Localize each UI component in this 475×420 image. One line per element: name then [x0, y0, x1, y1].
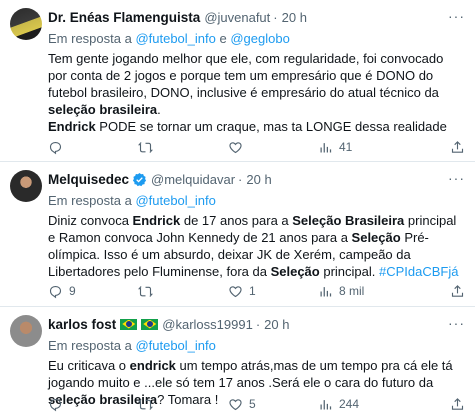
retweet-button[interactable] [138, 140, 159, 155]
avatar[interactable] [10, 170, 42, 202]
retweet-icon [138, 140, 153, 155]
views-button[interactable]: 8 mil [318, 284, 364, 299]
text-segment: Tem gente jogando melhor que ele, com re… [48, 51, 444, 100]
tweet-text: Tem gente jogando melhor que ele, com re… [48, 50, 465, 135]
reply-button[interactable]: 9 [48, 284, 76, 299]
more-horizontal-icon[interactable]: ··· [448, 8, 465, 24]
tweet-header: Melquisedec @melquidavar · 20 h [48, 170, 465, 188]
heart-icon [228, 284, 243, 299]
share-icon [450, 140, 465, 155]
brazil-flag-icon [120, 318, 138, 330]
reply-context: Em resposta a @futebol_info e @geglobo [48, 30, 465, 47]
verified-badge-icon [132, 172, 147, 187]
avatar[interactable] [10, 8, 42, 40]
share-button[interactable] [450, 284, 465, 299]
views-button[interactable]: 41 [318, 140, 352, 155]
author-name[interactable]: karlos fost [48, 317, 116, 332]
text-highlight: seleção brasileira [48, 102, 158, 117]
more-horizontal-icon[interactable]: ··· [448, 315, 465, 331]
text-highlight: Seleção [351, 230, 401, 245]
views-count: 244 [339, 397, 360, 411]
tweet-header: karlos fost @karloss19991 · 20 h [48, 315, 465, 333]
reply-button[interactable] [48, 140, 69, 155]
reply-prefix: Em resposta a [48, 31, 136, 46]
author-handle[interactable]: @karloss19991 [162, 317, 253, 332]
mention-link[interactable]: @futebol_info [135, 338, 215, 353]
retweet-button[interactable] [138, 284, 159, 299]
views-count: 41 [339, 140, 353, 154]
mention-link[interactable]: @futebol_info [135, 31, 215, 46]
like-count: 1 [249, 284, 256, 298]
action-bar: 41 [48, 138, 465, 156]
like-button[interactable]: 1 [228, 284, 256, 299]
reply-icon [48, 140, 63, 155]
timeline: Dr. Enéas Flamenguista @juvenafut · 20 h… [0, 0, 475, 420]
reply-count: 9 [69, 284, 76, 298]
like-count: 5 [249, 397, 256, 411]
tweet-text: Diniz convoca Endrick de 17 anos para a … [48, 212, 465, 280]
brazil-flag-icon [141, 318, 159, 330]
text-highlight: Seleção Brasileira [292, 213, 405, 228]
text-highlight: Endrick [48, 119, 96, 134]
text-highlight: endrick [129, 358, 176, 373]
author-handle[interactable]: @melquidavar [151, 172, 235, 187]
author-handle[interactable]: @juvenafut [204, 10, 270, 25]
timestamp[interactable]: 20 h [246, 172, 271, 187]
reply-prefix: Em resposta a [48, 193, 136, 208]
reply-button[interactable] [48, 397, 69, 412]
separator-dot: · [255, 316, 261, 332]
tweet[interactable]: Melquisedec @melquidavar · 20 h ··· Em r… [0, 162, 475, 307]
reply-prefix: Em resposta a [48, 338, 136, 353]
action-bar: 9 1 8 mil [48, 282, 465, 300]
author-name[interactable]: Melquisedec [48, 172, 129, 187]
tweet[interactable]: Dr. Enéas Flamenguista @juvenafut · 20 h… [0, 0, 475, 162]
more-horizontal-icon[interactable]: ··· [448, 170, 465, 186]
text-segment: PODE se tornar um craque, mas ta LONGE d… [95, 119, 447, 134]
timestamp[interactable]: 20 h [282, 10, 307, 25]
text-segment: Diniz convoca [48, 213, 133, 228]
text-highlight: Endrick [132, 213, 181, 228]
mention-link[interactable]: @futebol_info [135, 193, 215, 208]
separator-dot: · [238, 171, 243, 187]
views-icon [318, 140, 333, 155]
tweet-header: Dr. Enéas Flamenguista @juvenafut · 20 h [48, 8, 465, 26]
text-segment: Eu criticava o [48, 358, 130, 373]
share-button[interactable] [450, 140, 465, 155]
retweet-icon [138, 284, 153, 299]
author-name[interactable]: Dr. Enéas Flamenguista [48, 10, 200, 25]
views-icon [318, 284, 333, 299]
reply-icon [48, 397, 63, 412]
heart-icon [228, 140, 243, 155]
retweet-icon [138, 397, 153, 412]
separator-dot: · [273, 9, 278, 25]
views-count: 8 mil [339, 284, 365, 298]
reply-icon [48, 284, 63, 299]
share-icon [450, 397, 465, 412]
tweet-content: Melquisedec @melquidavar · 20 h ··· Em r… [48, 170, 465, 280]
tweet-content: Dr. Enéas Flamenguista @juvenafut · 20 h… [48, 8, 465, 135]
text-segment: de 17 anos para a [180, 213, 293, 228]
views-icon [318, 397, 333, 412]
timestamp[interactable]: 20 h [264, 317, 289, 332]
reply-joiner: e [215, 31, 231, 46]
like-button[interactable]: 5 [228, 397, 256, 412]
share-icon [450, 284, 465, 299]
text-segment: principal. [319, 264, 379, 279]
mention-link[interactable]: @geglobo [230, 31, 289, 46]
text-segment: . [157, 102, 161, 117]
reply-context: Em resposta a @futebol_info [48, 337, 465, 354]
tweet[interactable]: karlos fost @karloss19991 · 20 h ··· Em … [0, 307, 475, 420]
hashtag-link[interactable]: #CPIdaCBFjá [379, 264, 458, 279]
like-button[interactable] [228, 140, 249, 155]
share-button[interactable] [450, 397, 465, 412]
reply-context: Em resposta a @futebol_info [48, 192, 465, 209]
tweet-paragraph: Tem gente jogando melhor que ele, com re… [48, 50, 465, 118]
heart-icon [228, 397, 243, 412]
text-highlight: Seleção [270, 264, 320, 279]
retweet-button[interactable] [138, 397, 159, 412]
views-button[interactable]: 244 [318, 397, 359, 412]
tweet-paragraph: Endrick PODE se tornar um craque, mas ta… [48, 118, 465, 135]
avatar[interactable] [10, 315, 42, 347]
action-bar: 5 244 [48, 395, 465, 413]
